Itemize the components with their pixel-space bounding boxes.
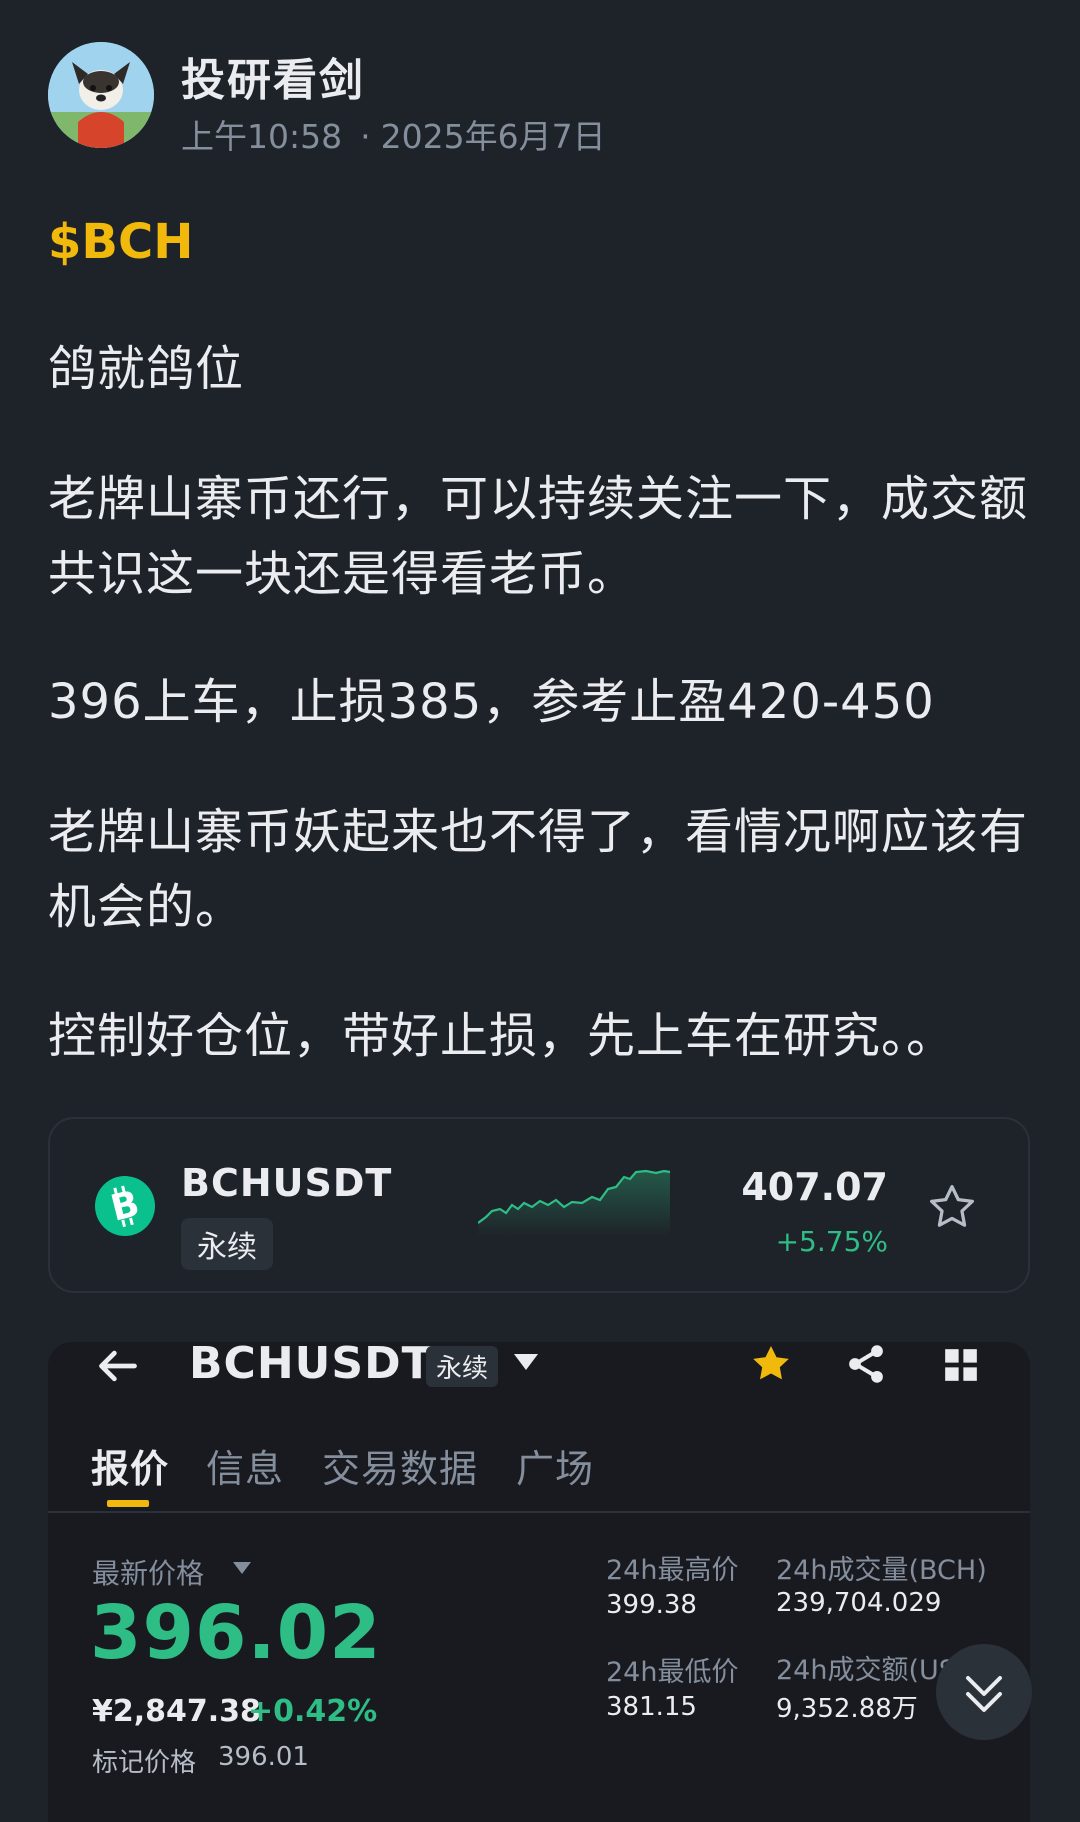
low-24h-label: 24h最低价: [606, 1657, 739, 1688]
post-paragraph-2: 老牌山寨币还行，可以持续关注一下，成交额共识这一块还是得看老币。: [48, 471, 1029, 602]
low-24h-value: 381.15: [606, 1692, 697, 1722]
high-24h-value: 399.38: [606, 1590, 697, 1620]
embed-tab-bar: 报价 信息 交易数据 广场: [48, 1438, 1030, 1510]
author-avatar[interactable]: [48, 42, 154, 148]
active-tab-indicator: [107, 1500, 149, 1507]
meta-separator: ·: [360, 117, 371, 156]
tab-trading-data[interactable]: 交易数据: [322, 1438, 478, 1493]
post-timestamp: 上午10:58 · 2025年6月7日: [181, 110, 606, 158]
post-paragraph-1: 鸽就鸽位: [48, 341, 245, 397]
favorite-star-icon[interactable]: [926, 1181, 978, 1233]
post-paragraph-5: 控制好仓位，带好止损，先上车在研究。。: [48, 1008, 956, 1064]
grid-menu-icon[interactable]: [942, 1346, 980, 1384]
price-change-percent: +0.42%: [248, 1694, 378, 1729]
contract-type-badge: 永续: [181, 1218, 273, 1270]
scroll-down-button[interactable]: [936, 1644, 1032, 1740]
tabs-divider: [48, 1511, 1030, 1513]
volume-24h-label: 24h成交量(BCH): [776, 1555, 987, 1586]
embed-contract-badge: 永续: [426, 1346, 499, 1387]
coin-symbol: BCHUSDT: [181, 1161, 393, 1205]
coin-card[interactable]: B BCHUSDT 永续 407.07 +5.75%: [48, 1117, 1030, 1293]
embed-top-bar: BCHUSDT 永续: [48, 1342, 1030, 1402]
post-date: 2025年6月7日: [380, 117, 606, 156]
embedded-screenshot[interactable]: BCHUSDT 永续 报价 信息 交易数据 广场 最新价格 396.02 ¥2,…: [48, 1342, 1030, 1822]
post-paragraph-3: 396上车，止损385，参考止盈420-450: [48, 674, 935, 730]
coin-change-percent: +5.75%: [775, 1225, 888, 1258]
post-paragraph-4: 老牌山寨币妖起来也不得了，看情况啊应该有机会的。: [48, 804, 1029, 935]
post-time: 上午10:58: [181, 117, 343, 156]
mark-price-label: 标记价格: [92, 1748, 197, 1778]
cny-price: ¥2,847.38: [92, 1694, 261, 1729]
coin-price: 407.07: [741, 1165, 888, 1209]
volume-24h-value: 239,704.029: [776, 1588, 942, 1618]
tab-square[interactable]: 广场: [516, 1438, 594, 1493]
latest-price-label[interactable]: 最新价格: [92, 1552, 204, 1592]
embed-symbol[interactable]: BCHUSDT: [189, 1342, 433, 1389]
mark-price-value: 396.01: [218, 1742, 309, 1772]
tab-quote[interactable]: 报价: [91, 1438, 169, 1493]
latest-price: 396.02: [90, 1590, 382, 1676]
share-icon[interactable]: [844, 1342, 888, 1386]
price-type-caret-icon[interactable]: [232, 1560, 252, 1574]
double-chevron-down-icon: [966, 1676, 1002, 1712]
ticker-tag-link[interactable]: $BCH: [48, 214, 193, 270]
bch-logo-icon: B: [95, 1176, 155, 1236]
favorite-star-filled-icon[interactable]: [748, 1342, 794, 1386]
turnover-24h-value: 9,352.88万: [776, 1694, 918, 1724]
high-24h-label: 24h最高价: [606, 1555, 739, 1586]
price-sparkline: [477, 1167, 674, 1237]
tab-info[interactable]: 信息: [206, 1438, 284, 1493]
symbol-dropdown-caret-icon[interactable]: [512, 1352, 540, 1372]
back-arrow-icon[interactable]: [96, 1344, 140, 1388]
author-name[interactable]: 投研看剑: [181, 44, 365, 108]
